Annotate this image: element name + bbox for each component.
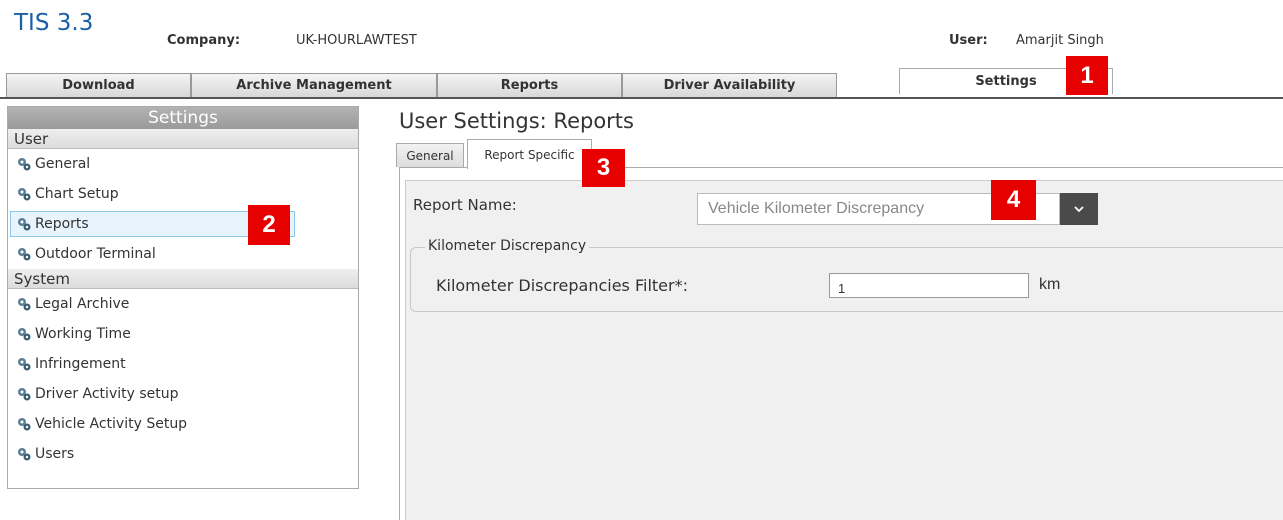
sidebar-item-users[interactable]: Users [8, 439, 358, 469]
report-name-label: Report Name: [413, 196, 517, 214]
sidebar-item-label: Chart Setup [35, 186, 119, 202]
callout-marker-1: 1 [1066, 56, 1108, 95]
sidebar-item-legal-archive[interactable]: Legal Archive [8, 289, 358, 319]
app-title: TIS 3.3 [14, 10, 94, 36]
sidebar-item-label: Users [35, 446, 75, 462]
sidebar-item-label: Infringement [35, 356, 126, 372]
company-label: Company: [167, 33, 241, 48]
callout-marker-3: 3 [582, 149, 625, 187]
settings-sidebar: Settings User General Chart Setup Report… [7, 106, 359, 489]
gear-icon [18, 358, 31, 371]
sidebar-item-label: Vehicle Activity Setup [35, 416, 188, 432]
gear-icon [18, 298, 31, 311]
sidebar-item-vehicle-activity-setup[interactable]: Vehicle Activity Setup [8, 409, 358, 439]
tabs-divider [0, 97, 1283, 99]
callout-marker-4: 4 [991, 180, 1036, 220]
subtab-report-specific[interactable]: Report Specific [467, 139, 592, 169]
tab-driver-availability[interactable]: Driver Availability [622, 73, 837, 97]
user-label: User: [949, 33, 988, 48]
report-select-dropdown-button[interactable] [1060, 193, 1098, 225]
filter-unit: km [1039, 276, 1061, 293]
gear-icon [18, 248, 31, 261]
sidebar-item-label: Reports [35, 216, 89, 232]
report-settings-panel [405, 180, 1283, 520]
section-user: User [8, 129, 358, 149]
user-value: Amarjit Singh [1016, 33, 1104, 48]
page-title: User Settings: Reports [399, 109, 634, 133]
sidebar-item-label: Outdoor Terminal [35, 246, 156, 262]
sidebar-item-driver-activity-setup[interactable]: Driver Activity setup [8, 379, 358, 409]
sidebar-item-chart-setup[interactable]: Chart Setup [8, 179, 358, 209]
fieldset-legend: Kilometer Discrepancy [425, 238, 590, 254]
callout-marker-2: 2 [248, 205, 290, 245]
sidebar-item-outdoor-terminal[interactable]: Outdoor Terminal [8, 239, 358, 269]
sidebar-item-infringement[interactable]: Infringement [8, 349, 358, 379]
gear-icon [18, 158, 31, 171]
sidebar-item-working-time[interactable]: Working Time [8, 319, 358, 349]
tab-download[interactable]: Download [6, 73, 191, 97]
gear-icon [18, 328, 31, 341]
sidebar-title: Settings [8, 107, 358, 129]
company-value: UK-HOURLAWTEST [296, 33, 417, 48]
sidebar-item-label: Driver Activity setup [35, 386, 179, 402]
sidebar-item-label: Legal Archive [35, 296, 130, 312]
tab-reports[interactable]: Reports [437, 73, 622, 97]
sidebar-item-label: Working Time [35, 326, 131, 342]
filter-label: Kilometer Discrepancies Filter*: [436, 276, 688, 295]
section-system: System [8, 269, 358, 289]
sidebar-item-label: General [35, 156, 91, 172]
gear-icon [18, 388, 31, 401]
gear-icon [18, 218, 31, 231]
gear-icon [18, 188, 31, 201]
gear-icon [18, 448, 31, 461]
sidebar-item-general[interactable]: General [8, 149, 358, 179]
gear-icon [18, 418, 31, 431]
subtab-general[interactable]: General [396, 143, 464, 167]
chevron-down-icon [1074, 205, 1084, 212]
kilometer-filter-input[interactable] [829, 273, 1029, 298]
tab-archive-management[interactable]: Archive Management [191, 73, 437, 97]
